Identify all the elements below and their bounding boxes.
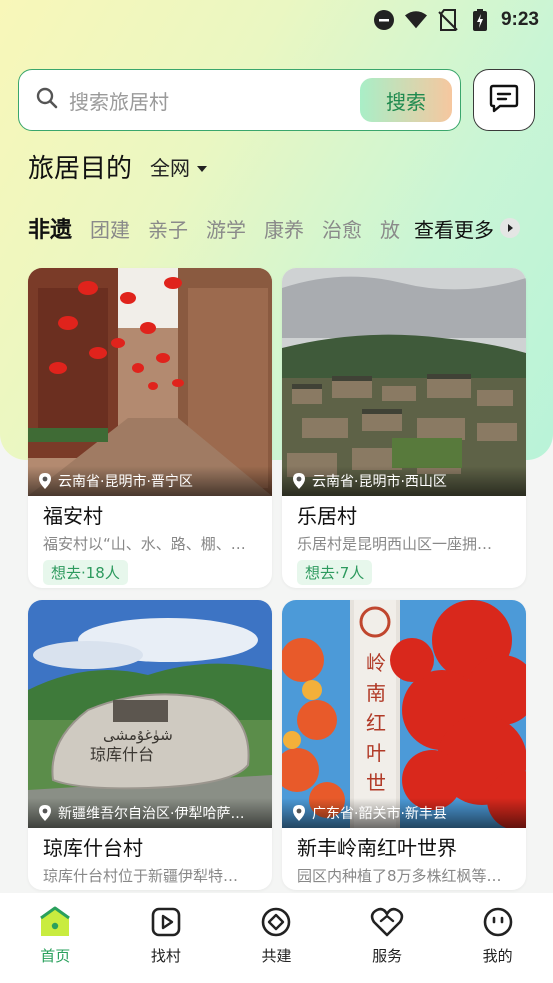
home-icon	[38, 905, 72, 939]
svg-text:红: 红	[366, 711, 386, 735]
location-text: 广东省·韶关市·新丰县	[312, 806, 447, 822]
svg-text:世: 世	[366, 771, 386, 795]
tab-feiyi[interactable]: 非遗	[28, 212, 72, 244]
bottom-navigation: 首页 找村 共建 服务 我的	[0, 893, 553, 983]
message-button[interactable]	[473, 69, 535, 131]
village-name: 新丰岭南红叶世界	[297, 836, 457, 860]
tab-underline	[28, 243, 76, 244]
diamond-icon	[259, 905, 293, 939]
no-sim-icon	[437, 9, 459, 31]
nav-label: 我的	[482, 946, 513, 965]
village-description: 福安村以“山、水、路、棚、…	[43, 535, 246, 553]
nav-service[interactable]: 服务	[337, 905, 437, 966]
search-button[interactable]: 搜索	[360, 78, 452, 122]
village-card[interactable]: 云南省·昆明市·西山区 乐居村 乐居村是昆明西山区一座拥… 想去·7人	[282, 268, 526, 588]
location-tag: 云南省·昆明市·西山区	[282, 466, 526, 496]
search-row: 搜索旅居村 搜索	[18, 69, 536, 131]
dnd-icon	[373, 9, 395, 31]
location-tag: 新疆维吾尔自治区·伊犁哈萨…	[28, 798, 272, 828]
search-input[interactable]: 搜索旅居村 搜索	[18, 69, 461, 131]
destination-title: 旅居目的	[28, 154, 133, 184]
svg-text:شۈغۇمشى: شۈغۇمشى	[103, 726, 173, 744]
nav-co-build[interactable]: 共建	[226, 905, 326, 966]
wifi-icon	[404, 9, 427, 31]
location-pin-icon	[292, 473, 306, 489]
status-time: 9:23	[500, 9, 539, 30]
nav-label: 找村	[150, 946, 181, 965]
village-photo: 云南省·昆明市·西山区	[282, 268, 526, 496]
village-photo: 岭 南 红 叶 世 广东省·韶关市·新丰县	[282, 600, 526, 828]
destination-row: 旅居目的 全网	[28, 148, 208, 185]
village-photo: 云南省·昆明市·晋宁区	[28, 268, 272, 496]
tab-youxue[interactable]: 游学	[206, 214, 246, 243]
svg-text:南: 南	[366, 681, 386, 705]
caret-down-icon	[196, 155, 208, 179]
play-icon	[149, 905, 183, 939]
tab-kangyang[interactable]: 康养	[264, 214, 304, 243]
village-card[interactable]: 岭 南 红 叶 世 广东省·韶关市·新丰县 新丰岭南红叶世界 园区内种植了8万多…	[282, 600, 526, 890]
village-name: 琼库什台村	[43, 836, 143, 860]
scope-label: 全网	[150, 156, 191, 180]
tab-zhiyu[interactable]: 治愈	[322, 214, 362, 243]
nav-label: 服务	[372, 946, 403, 965]
status-bar: 9:23	[0, 0, 553, 40]
tab-fang[interactable]: 放	[380, 214, 400, 243]
nav-home[interactable]: 首页	[5, 905, 105, 966]
svg-text:叶: 叶	[366, 741, 386, 765]
tab-qinzi[interactable]: 亲子	[148, 214, 188, 243]
message-icon	[488, 82, 520, 118]
svg-text:岭: 岭	[366, 651, 386, 675]
location-pin-icon	[38, 473, 52, 489]
view-more-button[interactable]: 查看更多	[414, 214, 520, 243]
village-photo: شۈغۇمشى 琼库什台 新疆维吾尔自治区·伊犁哈萨…	[28, 600, 272, 828]
location-text: 新疆维吾尔自治区·伊犁哈萨…	[58, 806, 245, 822]
view-more-label: 查看更多	[414, 217, 494, 242]
location-pin-icon	[38, 805, 52, 821]
village-name: 福安村	[43, 504, 103, 528]
location-text: 云南省·昆明市·晋宁区	[58, 474, 193, 490]
location-tag: 广东省·韶关市·新丰县	[282, 798, 526, 828]
svg-text:琼库什台: 琼库什台	[90, 745, 154, 764]
want-to-go-badge: 想去·18人	[43, 560, 128, 585]
village-description: 乐居村是昆明西山区一座拥…	[297, 535, 493, 553]
tab-tuanjian[interactable]: 团建	[90, 214, 130, 243]
search-icon	[35, 86, 59, 114]
want-to-go-badge: 想去·7人	[297, 560, 373, 585]
category-tabs: 非遗 团建 亲子 游学 康养 治愈 放 查看更多	[28, 208, 528, 248]
battery-icon	[469, 9, 491, 31]
scope-dropdown[interactable]: 全网	[150, 152, 208, 181]
heart-icon	[370, 905, 404, 939]
nav-find-village[interactable]: 找村	[116, 905, 216, 966]
play-arrow-icon	[500, 218, 520, 238]
tab-label: 非遗	[28, 218, 73, 243]
village-name: 乐居村	[297, 504, 357, 528]
village-card[interactable]: 云南省·昆明市·晋宁区 福安村 福安村以“山、水、路、棚、… 想去·18人	[28, 268, 272, 588]
village-description: 琼库什台村位于新疆伊犁特…	[43, 867, 239, 885]
tab-list: 非遗 团建 亲子 游学 康养 治愈 放	[28, 212, 410, 244]
location-text: 云南省·昆明市·西山区	[312, 474, 447, 490]
nav-label: 共建	[261, 946, 292, 965]
nav-label: 首页	[40, 946, 71, 965]
village-description: 园区内种植了8万多株红枫等…	[297, 867, 502, 885]
location-pin-icon	[292, 805, 306, 821]
location-tag: 云南省·昆明市·晋宁区	[28, 466, 272, 496]
search-placeholder: 搜索旅居村	[69, 89, 169, 114]
face-icon	[481, 905, 515, 939]
village-card[interactable]: شۈغۇمشى 琼库什台 新疆维吾尔自治区·伊犁哈萨… 琼库什台村 琼库什台村位…	[28, 600, 272, 890]
nav-profile[interactable]: 我的	[448, 905, 548, 966]
